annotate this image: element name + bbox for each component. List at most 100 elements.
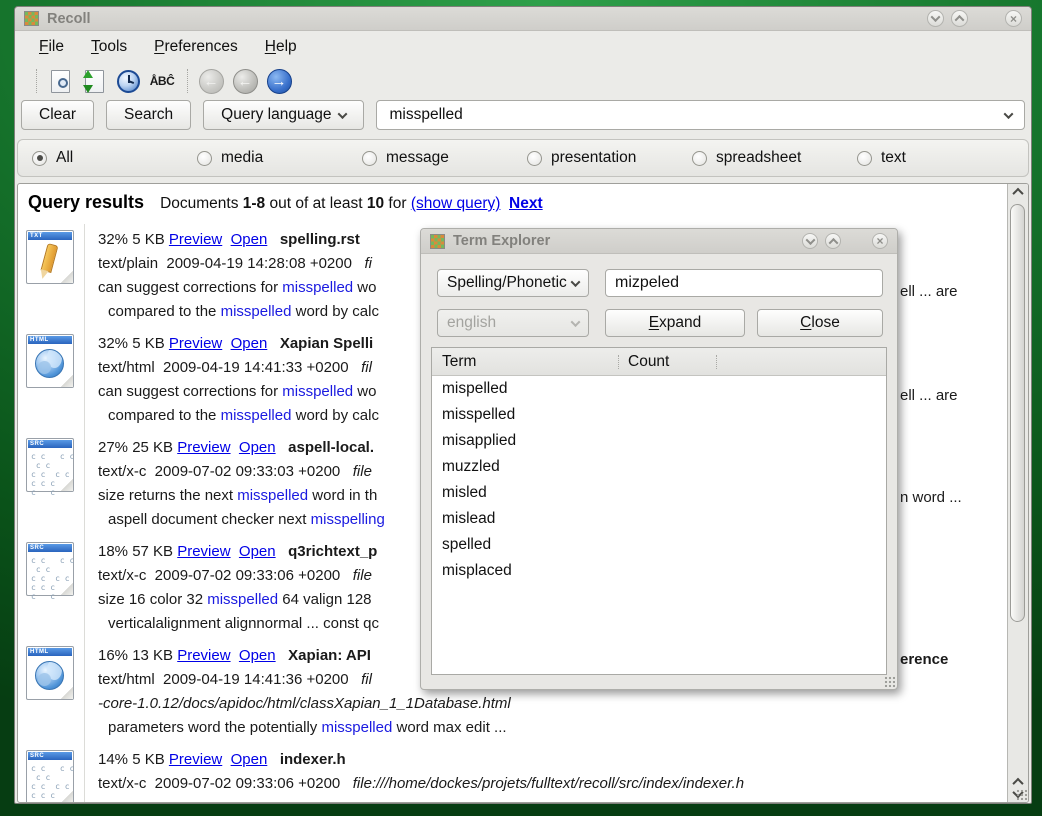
sort-parameters-button[interactable] [78, 66, 110, 96]
open-link[interactable]: Open [239, 647, 276, 664]
close-button[interactable]: Close [757, 309, 883, 337]
text-segment [276, 647, 289, 664]
term-row[interactable]: muzzled [432, 454, 886, 480]
term-column-header[interactable]: Term [432, 353, 618, 371]
filter-media[interactable]: media [197, 149, 362, 167]
text-segment: misspelled [282, 383, 353, 400]
count-column-header[interactable]: Count [628, 353, 716, 371]
spell-abc-icon: ÅBĈ [150, 74, 175, 88]
term-row[interactable]: spelled [432, 532, 886, 558]
query-language-label: Query language [221, 106, 331, 124]
previous-page-button[interactable]: ← [229, 66, 261, 96]
open-link[interactable]: Open [239, 439, 276, 456]
preview-link[interactable]: Preview [169, 231, 222, 248]
history-button[interactable] [112, 66, 144, 96]
preview-link[interactable]: Preview [169, 751, 222, 768]
radio-icon[interactable] [362, 151, 377, 166]
term-cell: misplaced [442, 558, 628, 584]
show-query-link[interactable]: (show query) [411, 195, 501, 212]
filter-message[interactable]: message [362, 149, 527, 167]
filter-all[interactable]: All [32, 149, 197, 167]
close-window-button[interactable]: × [1005, 10, 1022, 27]
filter-presentation[interactable]: presentation [527, 149, 692, 167]
text-segment: misspelled [282, 279, 353, 296]
clear-button[interactable]: Clear [21, 100, 94, 130]
radio-icon[interactable] [692, 151, 707, 166]
column-resize-handle[interactable] [716, 355, 717, 369]
search-button[interactable]: Search [106, 100, 191, 130]
scrollbar-thumb[interactable] [1010, 204, 1025, 622]
expansion-mode-value: Spelling/Phonetic [447, 274, 567, 292]
term-cell: misapplied [442, 428, 628, 454]
term-row[interactable]: mislead [432, 506, 886, 532]
scroll-up-icon[interactable] [1012, 188, 1023, 199]
covered-text-fragment: erence [900, 649, 948, 671]
file-type-icon-src: SRCc c c c c c c c c c c c c c c [24, 436, 86, 540]
dialog-resize-grip[interactable] [884, 676, 895, 687]
preview-link[interactable]: Preview [177, 543, 230, 560]
term-row[interactable]: misled [432, 480, 886, 506]
open-link[interactable]: Open [231, 751, 268, 768]
chevron-down-icon [931, 12, 941, 22]
term-table-header[interactable]: Term Count [432, 348, 886, 376]
term-input[interactable]: mizpeled [605, 269, 883, 297]
text-segment: word in th [308, 487, 377, 504]
preview-link[interactable]: Preview [177, 439, 230, 456]
preview-link[interactable]: Preview [169, 335, 222, 352]
expand-button[interactable]: Expand [605, 309, 745, 337]
query-language-dropdown[interactable]: Query language [203, 100, 364, 130]
text-segment: 10 [367, 195, 384, 212]
open-link[interactable]: Open [239, 543, 276, 560]
results-scrollbar[interactable] [1007, 184, 1028, 802]
dialog-title-bar[interactable]: Term Explorer × [421, 229, 897, 254]
advanced-search-button[interactable] [44, 66, 76, 96]
radio-icon[interactable] [527, 151, 542, 166]
menu-item-file[interactable]: File [39, 38, 64, 56]
expansion-mode-dropdown[interactable]: Spelling/Phonetic [437, 269, 589, 297]
text-segment: size returns the next [98, 487, 237, 504]
first-page-button[interactable]: ← [195, 66, 227, 96]
file-type-icon-txt: TXT [24, 228, 86, 332]
title-bar[interactable]: Recoll × [15, 7, 1031, 31]
filter-label: media [221, 149, 263, 167]
chevron-down-icon [571, 277, 581, 287]
menu-item-preferences[interactable]: Preferences [154, 38, 238, 56]
filter-spreadsheet[interactable]: spreadsheet [692, 149, 857, 167]
result-title: aspell-local. [288, 439, 374, 456]
toolbar-handle [187, 69, 188, 93]
term-explorer-button[interactable]: ÅBĈ [146, 66, 178, 96]
search-input[interactable]: misspelled [376, 100, 1025, 130]
shade-button[interactable] [927, 10, 944, 27]
text-segment: file [353, 567, 372, 584]
term-row[interactable]: misspelled [432, 402, 886, 428]
term-row[interactable]: mispelled [432, 376, 886, 402]
next-page-button[interactable]: → [263, 66, 295, 96]
text-segment: Documents [160, 195, 243, 212]
term-row[interactable]: misapplied [432, 428, 886, 454]
menu-item-tools[interactable]: Tools [91, 38, 127, 56]
radio-icon[interactable] [32, 151, 47, 166]
result-row[interactable]: SRCc c c c c c c c c c c c c c c14% 5 KB… [24, 748, 1004, 803]
unshade-button[interactable] [825, 233, 841, 249]
next-page-link[interactable]: Next [509, 195, 543, 212]
shade-button[interactable] [802, 233, 818, 249]
term-table: Term Count mispelledmisspelledmisapplied… [431, 347, 887, 675]
window-resize-grip[interactable] [1016, 789, 1027, 800]
menu-item-help[interactable]: Help [265, 38, 297, 56]
text-segment: compared to the [108, 303, 221, 320]
unshade-button[interactable] [951, 10, 968, 27]
radio-icon[interactable] [857, 151, 872, 166]
open-link[interactable]: Open [231, 335, 268, 352]
text-segment: 27% 25 KB [98, 439, 177, 456]
filter-text[interactable]: text [857, 149, 1022, 167]
radio-icon[interactable] [197, 151, 212, 166]
open-link[interactable]: Open [231, 231, 268, 248]
text-segment: text/html 2009-04-19 14:41:36 +0200 [98, 671, 361, 688]
preview-link[interactable]: Preview [177, 647, 230, 664]
close-dialog-button[interactable]: × [872, 233, 888, 249]
column-resize-handle[interactable] [618, 355, 619, 369]
text-segment: out of at least [265, 195, 367, 212]
text-segment: -core-1.0.12/docs/apidoc/html/classXapia… [98, 695, 511, 712]
term-row[interactable]: misplaced [432, 558, 886, 584]
close-icon: × [876, 235, 883, 247]
